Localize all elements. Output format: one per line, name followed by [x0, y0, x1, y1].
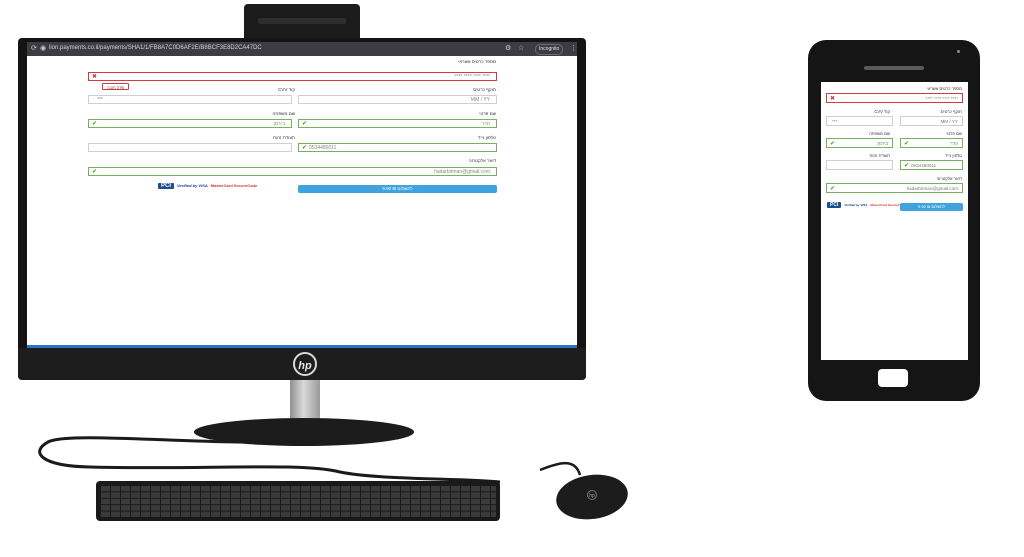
- phone-email-label: דואר אלקטרוני: [936, 176, 962, 181]
- phone-security-logos: PCI Verified by VISA MasterCard SecureCo…: [827, 202, 905, 208]
- phone-card-number-label: מספר כרטיס אשראי: [926, 86, 962, 91]
- phone-cvv-label: קוד CVV: [874, 109, 890, 114]
- phone-speaker: [864, 66, 924, 70]
- phone-phone-input[interactable]: ✔ 0534480011: [900, 160, 963, 170]
- keyboard: [96, 481, 500, 521]
- phone-first-name-input[interactable]: ✔ הדר: [900, 138, 963, 148]
- valid-check-icon: ✔: [830, 186, 836, 192]
- phone-card-number-input[interactable]: ✖ **** **** **** ****: [826, 93, 963, 103]
- phone-screen: מספר כרטיס אשראי ✖ **** **** **** **** ת…: [821, 82, 968, 360]
- pci-logo: PCI: [827, 202, 842, 208]
- phone-phone-label: טלפון נייד: [945, 153, 962, 158]
- error-icon: ✖: [830, 96, 836, 102]
- phone-email-input[interactable]: ✔ hadarbirman@gmail.com: [826, 183, 963, 193]
- phone-first-name-label: שם פרטי: [946, 131, 962, 136]
- hp-mouse-logo-icon: hp: [587, 490, 597, 500]
- phone-id-input[interactable]: [826, 160, 893, 170]
- phone-cvv-input[interactable]: ***: [826, 116, 893, 126]
- valid-check-icon: ✔: [904, 141, 910, 147]
- phone-last-name-input[interactable]: ✔ בירמן: [826, 138, 893, 148]
- phone-home-button[interactable]: [878, 369, 908, 387]
- phone-camera: [957, 50, 960, 53]
- phone-last-name-label: שם משפחה: [869, 131, 890, 136]
- visa-logo: Verified by VISA: [844, 202, 868, 207]
- phone-id-label: תעודת זהות: [869, 153, 891, 158]
- phone-expiry-label: תוקף כרטיס: [940, 109, 962, 114]
- valid-check-icon: ✔: [830, 141, 836, 147]
- phone-pay-button[interactable]: לתשלום ₪ 9.90: [900, 203, 963, 211]
- valid-check-icon: ✔: [904, 163, 910, 169]
- phone-expiry-input[interactable]: MM / YY: [900, 116, 963, 126]
